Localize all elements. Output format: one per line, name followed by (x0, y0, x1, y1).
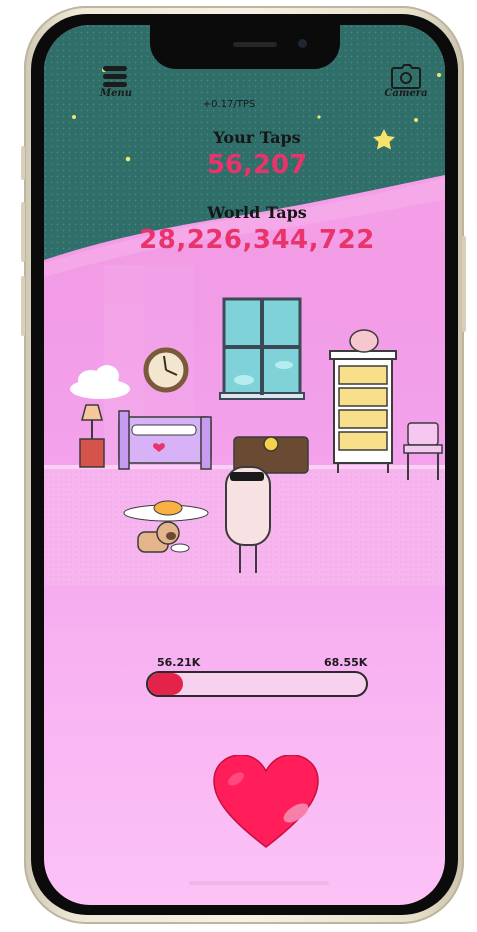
tap-progress-bar (146, 671, 368, 697)
menu-label: Menu (100, 88, 132, 99)
progress-max-label: 68.55K (324, 656, 368, 669)
world-taps-label: World Taps (207, 203, 307, 222)
heart-tap-button[interactable] (212, 755, 320, 851)
bed (118, 410, 212, 470)
camera-label: Camera (384, 88, 428, 99)
menu-button[interactable]: Menu (96, 63, 136, 115)
window (219, 297, 305, 400)
progress-min-label: 56.21K (157, 656, 201, 669)
front-camera (298, 39, 307, 48)
volume-up-button (21, 202, 25, 262)
power-button (462, 236, 466, 332)
camera-button[interactable]: Camera (382, 63, 430, 115)
wall-clock (143, 347, 189, 393)
phone-notch (150, 25, 340, 69)
heart-icon (213, 755, 319, 848)
lamp (79, 404, 105, 468)
your-taps-value: 56,207 (206, 150, 308, 180)
your-taps-label: Your Taps (213, 128, 301, 147)
dresser (329, 329, 397, 473)
menu-icon (103, 66, 127, 87)
camera-icon (391, 64, 421, 89)
side-button (21, 146, 25, 180)
earpiece-speaker (233, 42, 277, 47)
taps-per-second: +0.17/TPS (202, 99, 256, 110)
world-taps-value: 28,226,344,722 (139, 225, 375, 255)
home-indicator[interactable] (189, 881, 329, 885)
progress-fill (148, 673, 183, 695)
volume-down-button (21, 276, 25, 336)
